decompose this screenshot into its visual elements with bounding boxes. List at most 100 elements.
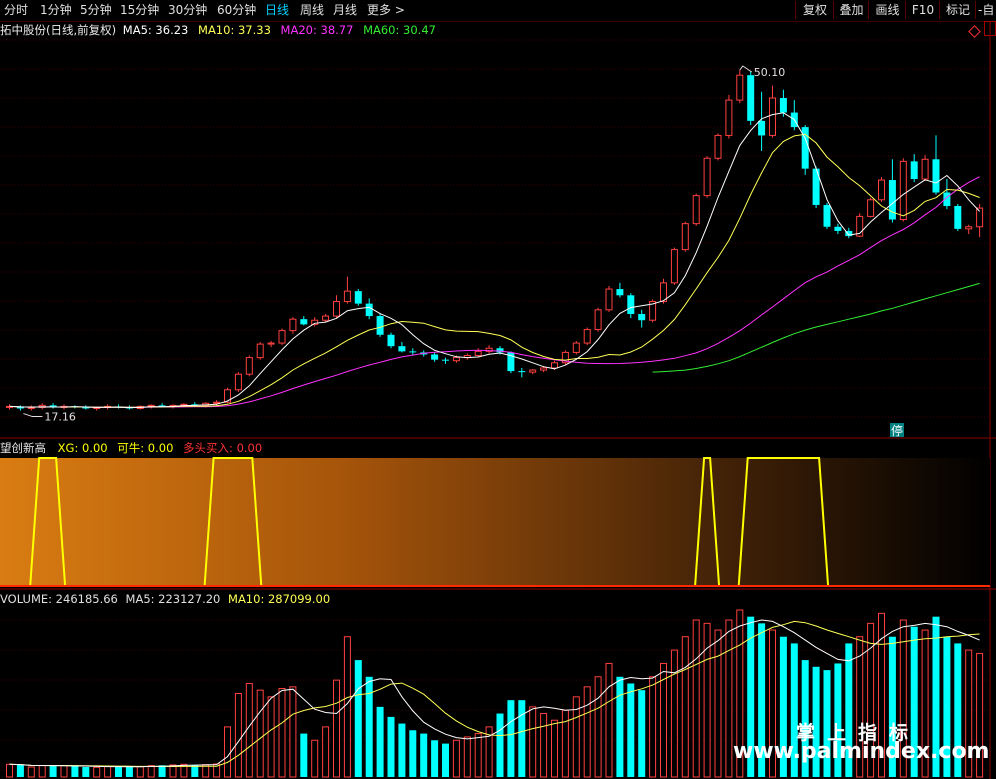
candle-body [333,301,340,317]
volume-bar [540,713,548,778]
high-price-label: 50.10 [754,66,786,79]
volume-bar [267,696,275,778]
ma5-line [9,112,980,409]
volume-bar [125,766,133,777]
volume-bar [234,693,242,778]
volume-bar [474,733,482,778]
candle-body [670,249,678,284]
candle-body [147,404,155,407]
volume-bar [16,764,24,777]
candle-body [452,357,460,362]
candle-body [518,371,526,373]
volume-bar [583,686,591,778]
candle-body [758,120,766,136]
candle-body [769,97,776,136]
candle-body [387,334,395,347]
volume-bar [224,726,231,778]
volume-bar [594,676,602,778]
volume-bar [627,683,635,777]
candle-body [409,351,417,353]
stop-badge: 停 [891,423,903,438]
volume-bar [6,763,13,778]
volume-bar [82,766,90,777]
volume-bar [638,690,646,777]
candle-body [747,75,755,121]
volume-bar [681,636,689,778]
candle-body [921,158,929,180]
candle-body [736,74,744,101]
volume-bar [147,765,155,778]
candle-body [529,369,537,373]
candle-body [616,289,624,296]
candle-body [965,226,973,230]
volume-bar [442,743,449,777]
candle-body [714,134,722,159]
volume-bar [420,733,428,777]
volume-bar [354,660,362,777]
ma10-line [9,133,980,408]
candle-body [213,401,221,404]
candle-body [725,99,733,136]
volume-bar [300,733,308,777]
candle-body [681,223,689,251]
candle-body [932,159,940,193]
volume-bar [136,766,144,778]
candle-body [354,291,362,304]
candle-body [638,313,646,321]
volume-bar [49,765,57,777]
candle-body [278,330,286,344]
volume-bar [507,700,515,777]
volume-bar [365,676,373,777]
ma20-line [9,176,980,408]
volume-bar [692,619,700,778]
candle-body [442,359,449,361]
stock-chart[interactable]: 50.10 17.16 停 [0,0,996,779]
volume-bar [725,619,733,778]
candle-body [234,373,242,391]
volume-bar [322,726,330,778]
candle-body [627,295,635,314]
volume-bar [714,629,722,778]
candle-body [605,288,613,311]
candle-body [322,315,330,321]
candle-body [267,342,275,345]
candle-body [551,362,558,369]
volume-bar [311,739,319,778]
price-panel [6,65,984,418]
volume-bar [387,716,395,777]
volume-bar [104,765,112,778]
volume-bar [452,739,460,778]
candle-body [779,98,787,113]
volume-bar [27,766,35,778]
candle-body [583,329,591,344]
volume-bar [38,765,46,778]
candle-body [474,350,482,357]
volume-bar [551,719,558,778]
indicator-background [0,458,990,586]
candle-body [245,357,253,375]
candle-body [954,206,962,229]
low-pointer [23,413,43,418]
volume-bar [376,706,384,777]
volume-bar [529,706,537,778]
volume-bar [60,765,68,778]
candle-body [256,343,264,359]
candle-body [834,226,842,231]
candle-body [572,342,580,353]
volume-bar [343,636,351,778]
volume-bar [670,649,678,778]
volume-bar [191,765,199,777]
volume-bar [256,689,264,778]
volume-bar [496,713,504,777]
volume-bar [649,676,657,778]
volume-bar [158,765,166,777]
volume-bar [333,679,340,778]
volume-bar [71,765,79,777]
volume-bar [115,766,122,777]
volume-bar [605,662,613,778]
candle-body [823,204,831,227]
candle-body [431,354,439,360]
candle-body [540,367,548,371]
candle-body [888,180,896,220]
candle-body [703,157,711,197]
